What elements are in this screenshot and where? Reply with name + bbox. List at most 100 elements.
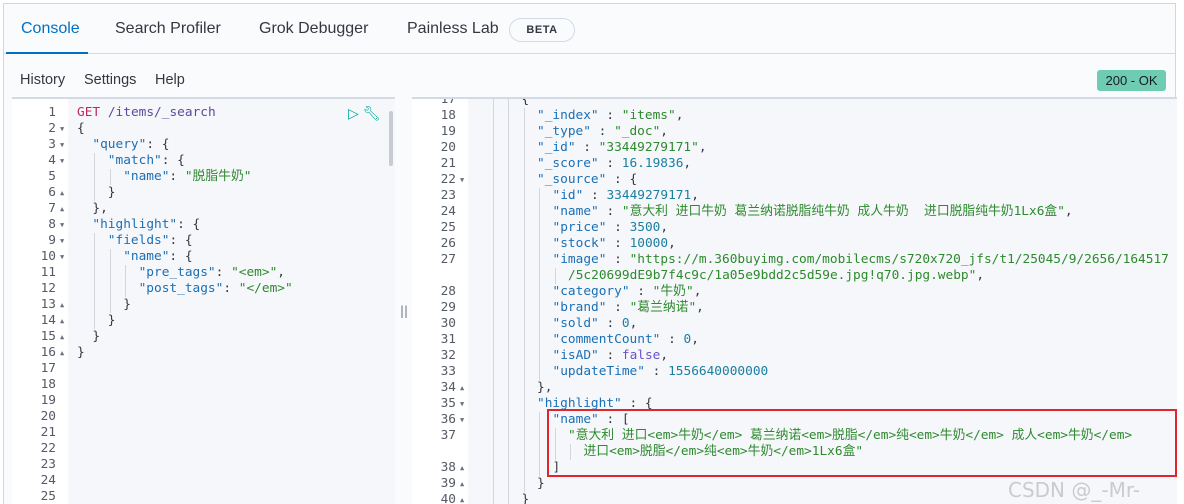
fold-expand-icon[interactable]: ▲ bbox=[60, 201, 64, 217]
indent-guide bbox=[539, 300, 540, 316]
history-link[interactable]: History bbox=[20, 72, 65, 88]
code-line: 34 ▲}, bbox=[412, 380, 1177, 396]
indent-guide bbox=[94, 233, 96, 249]
fold-collapse-icon[interactable]: ▼ bbox=[60, 153, 64, 169]
code-text: "name": { bbox=[123, 249, 192, 265]
code-text: "isAD" : false, bbox=[553, 348, 669, 364]
fold-expand-icon[interactable]: ▲ bbox=[460, 380, 464, 396]
indent-guide bbox=[523, 268, 525, 284]
line-number: 40 bbox=[440, 492, 456, 504]
indent-guide bbox=[523, 252, 525, 268]
fold-expand-icon[interactable]: ▲ bbox=[60, 185, 64, 201]
code-line: 12 "post_tags": "</em>" bbox=[12, 281, 395, 297]
line-number: 22 bbox=[440, 172, 456, 187]
fold-collapse-icon[interactable]: ▼ bbox=[460, 396, 464, 412]
code-line: 9 ▼ "fields": { bbox=[12, 233, 395, 249]
indent-guide bbox=[492, 172, 494, 188]
line-number: 17 bbox=[40, 361, 56, 376]
code-token: : bbox=[606, 220, 630, 235]
fold-expand-icon[interactable]: ▲ bbox=[460, 460, 464, 476]
code-token: : bbox=[215, 265, 232, 280]
request-scrollbar[interactable] bbox=[389, 111, 393, 166]
fold-expand-icon[interactable]: ▲ bbox=[460, 492, 464, 504]
code-token: "pre_tags" bbox=[138, 265, 216, 280]
code-token: "意大利 进口牛奶 葛兰纳诺脱脂纯牛奶 成人牛奶 进口脱脂纯牛奶1Lx6盒" bbox=[621, 204, 1065, 219]
line-number: 39 bbox=[440, 476, 456, 491]
indent-guide bbox=[508, 348, 509, 364]
indent-guide bbox=[492, 412, 494, 428]
fold-collapse-icon[interactable]: ▼ bbox=[60, 249, 64, 265]
code-token: : bbox=[590, 124, 615, 139]
fold-expand-icon[interactable]: ▲ bbox=[60, 329, 64, 345]
code-token: , bbox=[660, 220, 669, 235]
wrench-icon[interactable]: 🔧︎ bbox=[363, 105, 381, 121]
fold-expand-icon[interactable]: ▲ bbox=[460, 476, 464, 492]
tab-console[interactable]: Console bbox=[21, 20, 80, 38]
tab-grok-debugger[interactable]: Grok Debugger bbox=[259, 20, 368, 38]
indent-guide bbox=[492, 108, 494, 124]
line-number: 27 bbox=[440, 252, 456, 267]
code-line: 22 bbox=[12, 441, 395, 457]
code-token: "brand" bbox=[552, 300, 607, 315]
panel-resize-handle-icon[interactable]: || bbox=[400, 304, 408, 318]
run-request-icon[interactable]: ▷ bbox=[348, 105, 359, 121]
code-text: "_id" : "33449279171", bbox=[537, 140, 707, 156]
code-token: "highlight" bbox=[92, 217, 178, 232]
fold-expand-icon[interactable]: ▲ bbox=[60, 345, 64, 361]
code-token: "33449279171" bbox=[598, 140, 699, 155]
line-number: 23 bbox=[40, 457, 56, 472]
code-text: }, bbox=[537, 380, 552, 396]
fold-collapse-icon[interactable]: ▼ bbox=[460, 412, 464, 428]
indent-guide bbox=[508, 156, 509, 172]
code-line: 16 ▲} bbox=[12, 345, 395, 361]
indent-guide bbox=[508, 108, 509, 124]
code-token: : bbox=[598, 348, 622, 363]
code-token: "fields" bbox=[107, 233, 170, 248]
indent-guide bbox=[94, 265, 96, 281]
code-text: "fields": { bbox=[108, 233, 193, 249]
code-token: } bbox=[77, 345, 85, 360]
indent-guide bbox=[539, 316, 540, 332]
code-line: 21 bbox=[12, 425, 395, 441]
indent-guide bbox=[508, 332, 509, 348]
fold-collapse-icon[interactable]: ▼ bbox=[60, 217, 64, 233]
code-token: "image" bbox=[552, 252, 607, 267]
code-token: : bbox=[644, 364, 669, 379]
code-text: } bbox=[92, 329, 100, 345]
line-number: 15 bbox=[40, 329, 56, 344]
indent-guide bbox=[94, 281, 96, 297]
code-token: : { bbox=[169, 233, 193, 248]
fold-collapse-icon[interactable]: ▼ bbox=[60, 121, 64, 137]
code-token: , bbox=[693, 284, 702, 299]
tab-painless-lab[interactable]: Painless Lab bbox=[407, 20, 499, 38]
fold-collapse-icon[interactable]: ▼ bbox=[60, 233, 64, 249]
code-token: , bbox=[1064, 204, 1073, 219]
code-token: "post_tags" bbox=[138, 281, 224, 296]
help-link[interactable]: Help bbox=[155, 72, 185, 88]
indent-guide bbox=[492, 300, 494, 316]
code-token: "query" bbox=[92, 137, 147, 152]
fold-expand-icon[interactable]: ▲ bbox=[60, 313, 64, 329]
code-line: 31 "commentCount" : 0, bbox=[412, 332, 1177, 348]
line-number: 19 bbox=[40, 393, 56, 408]
code-text: } bbox=[77, 345, 85, 361]
fold-collapse-icon[interactable]: ▼ bbox=[460, 172, 464, 188]
code-line: 20 "_id" : "33449279171", bbox=[412, 140, 1177, 156]
code-token: : bbox=[169, 169, 185, 184]
line-number: 35 bbox=[440, 396, 456, 411]
code-text: "category" : "牛奶", bbox=[553, 284, 702, 300]
request-editor[interactable]: 1 GET /items/_search 2 ▼{3 ▼ "query": {4 ▼ "mat… bbox=[12, 97, 395, 504]
tab-search-profiler[interactable]: Search Profiler bbox=[115, 20, 221, 38]
settings-link[interactable]: Settings bbox=[84, 72, 136, 88]
code-token: , bbox=[683, 156, 692, 171]
indent-guide bbox=[492, 460, 494, 476]
fold-expand-icon[interactable]: ▲ bbox=[60, 297, 64, 313]
code-text: /5c20699dE9b7f4c9c/1a05e9bdd2c5d59e.jpg!… bbox=[568, 268, 984, 284]
indent-guide bbox=[492, 444, 494, 460]
response-viewer: 17 {18 "_index" : "items", 19 "_type" : "_do… bbox=[412, 97, 1177, 504]
indent-guide bbox=[523, 284, 525, 300]
code-text: { bbox=[522, 99, 530, 108]
fold-collapse-icon[interactable]: ▼ bbox=[60, 137, 64, 153]
code-token: "</em>" bbox=[238, 281, 293, 296]
code-line: 20 bbox=[12, 409, 395, 425]
